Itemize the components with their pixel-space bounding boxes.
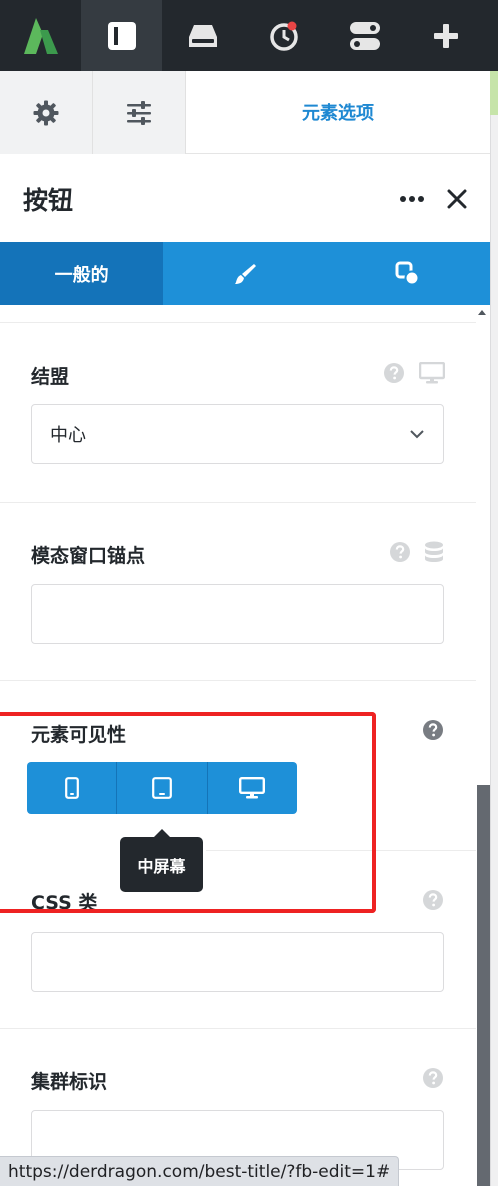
top-toolbar bbox=[0, 0, 498, 71]
divider bbox=[0, 680, 476, 681]
alignment-select[interactable]: 中心 bbox=[31, 404, 444, 464]
more-options-icon[interactable] bbox=[399, 195, 425, 203]
database-icon[interactable] bbox=[424, 541, 444, 563]
modal-anchor-label: 模态窗口锚点 bbox=[31, 545, 146, 567]
add-element-button[interactable] bbox=[405, 0, 486, 71]
plus-icon bbox=[433, 23, 458, 48]
tab-element-options[interactable]: 元素选项 bbox=[186, 71, 490, 153]
toggle-icon bbox=[349, 21, 380, 50]
toggle-button[interactable] bbox=[324, 0, 405, 71]
chevron-down-icon bbox=[410, 430, 424, 439]
drive-button[interactable] bbox=[162, 0, 243, 71]
sliders-icon bbox=[127, 100, 151, 125]
help-icon[interactable] bbox=[389, 541, 411, 563]
status-bar-url: https://derdragon.com/best-title/?fb-edi… bbox=[0, 1156, 400, 1186]
alignment-select-value: 中心 bbox=[50, 425, 86, 446]
shapes-icon bbox=[395, 261, 420, 285]
modal-anchor-input[interactable] bbox=[31, 584, 444, 644]
history-icon bbox=[269, 21, 298, 51]
header-actions bbox=[399, 189, 467, 209]
css-class-input[interactable] bbox=[31, 932, 444, 992]
brush-icon bbox=[234, 263, 256, 284]
scrollbar-thumb[interactable] bbox=[477, 785, 490, 1186]
close-icon[interactable] bbox=[447, 189, 467, 209]
help-icon[interactable] bbox=[383, 362, 405, 384]
page-settings-button[interactable] bbox=[93, 71, 186, 154]
options-panel: 结盟 中心 模态窗口锚点 元素可见性 中屏幕 CSS 类 集群标识 bbox=[0, 305, 476, 1186]
brand-logo-icon bbox=[23, 17, 58, 54]
highlight-box bbox=[0, 712, 376, 913]
element-title: 按钮 bbox=[23, 185, 74, 215]
alignment-label: 结盟 bbox=[31, 366, 70, 388]
tab-general[interactable]: 一般的 bbox=[0, 242, 164, 305]
panel-button[interactable] bbox=[81, 0, 162, 71]
drive-icon bbox=[188, 24, 217, 47]
tab-style[interactable] bbox=[163, 242, 326, 305]
page-gutter bbox=[490, 71, 498, 1186]
scroll-up-arrow[interactable] bbox=[478, 310, 486, 315]
page-edge-accent bbox=[490, 71, 498, 115]
panel-icon bbox=[107, 21, 136, 50]
settings-tabs: 元素选项 bbox=[0, 71, 490, 154]
gear-icon bbox=[33, 100, 59, 125]
help-icon[interactable] bbox=[422, 1067, 444, 1089]
history-button[interactable] bbox=[243, 0, 324, 71]
divider bbox=[0, 1028, 476, 1029]
desktop-responsive-icon[interactable] bbox=[419, 362, 445, 384]
brand-logo-button[interactable] bbox=[0, 0, 81, 71]
tab-general-label: 一般的 bbox=[54, 264, 109, 286]
tab-element-options-label: 元素选项 bbox=[302, 103, 374, 124]
help-icon[interactable] bbox=[422, 889, 444, 911]
element-header: 按钮 bbox=[0, 155, 490, 242]
divider bbox=[0, 502, 476, 503]
global-settings-button[interactable] bbox=[0, 71, 93, 154]
element-option-tabs: 一般的 bbox=[0, 242, 490, 305]
help-icon[interactable] bbox=[422, 719, 444, 741]
cluster-id-label: 集群标识 bbox=[31, 1071, 108, 1093]
divider bbox=[0, 322, 476, 323]
tab-advanced[interactable] bbox=[327, 242, 490, 305]
